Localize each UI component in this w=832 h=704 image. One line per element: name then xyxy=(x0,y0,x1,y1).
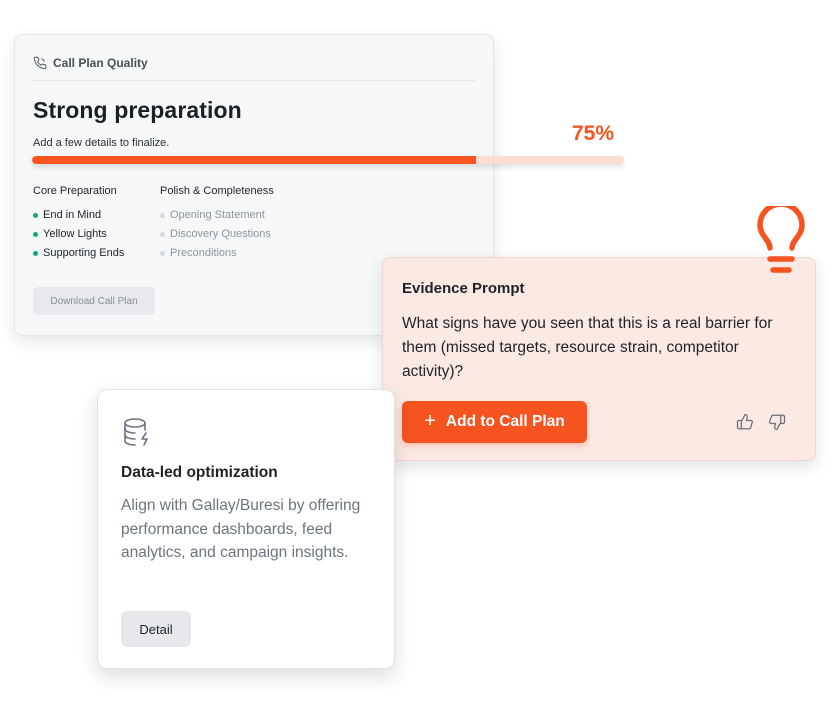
progress-percent: 75% xyxy=(572,122,615,145)
list-item-label: End in Mind xyxy=(43,209,102,221)
polish-completeness-title: Polish & Completeness xyxy=(160,185,274,197)
core-preparation-list: Core Preparation End in Mind Yellow Ligh… xyxy=(33,185,124,263)
call-plan-quality-label: Call Plan Quality xyxy=(53,56,148,70)
phone-icon xyxy=(33,56,47,70)
plus-icon: + xyxy=(424,410,436,432)
list-item: Supporting Ends xyxy=(33,244,124,263)
call-plan-quality-header: Call Plan Quality xyxy=(33,55,475,81)
download-call-plan-button[interactable]: Download Call Plan xyxy=(33,287,155,315)
thumbs-down-icon[interactable] xyxy=(768,413,786,431)
evidence-prompt-title: Evidence Prompt xyxy=(402,280,525,297)
list-item: Yellow Lights xyxy=(33,225,124,244)
core-preparation-title: Core Preparation xyxy=(33,185,117,197)
status-dot xyxy=(160,213,165,218)
list-item-label: Opening Statement xyxy=(170,209,265,221)
lightbulb-icon xyxy=(757,206,805,273)
status-dot xyxy=(160,232,165,237)
detail-button[interactable]: Detail xyxy=(121,611,191,647)
data-led-title: Data-led optimization xyxy=(121,464,278,481)
progress-fill xyxy=(32,156,476,164)
status-dot xyxy=(160,251,165,256)
list-item: Preconditions xyxy=(160,244,274,263)
add-to-call-plan-button[interactable]: + Add to Call Plan xyxy=(402,401,587,443)
database-bolt-icon xyxy=(124,418,148,446)
evidence-prompt-body: What signs have you seen that this is a … xyxy=(402,315,773,380)
status-dot xyxy=(33,213,38,218)
data-led-optimization-card: Data-led optimization Align with Gallay/… xyxy=(97,389,395,669)
thumbs-up-icon[interactable] xyxy=(736,413,754,431)
status-dot xyxy=(33,251,38,256)
list-item: End in Mind xyxy=(33,206,124,225)
page-title: Strong preparation xyxy=(33,97,242,123)
list-item: Discovery Questions xyxy=(160,225,274,244)
subtitle: Add a few details to finalize. xyxy=(33,137,170,149)
add-to-call-plan-label: Add to Call Plan xyxy=(445,413,565,430)
list-item: Opening Statement xyxy=(160,206,274,225)
progress-bar xyxy=(32,156,624,164)
status-dot xyxy=(33,232,38,237)
list-item-label: Discovery Questions xyxy=(170,228,271,240)
list-item-label: Supporting Ends xyxy=(43,247,125,259)
polish-completeness-list: Polish & Completeness Opening Statement … xyxy=(160,185,274,263)
list-item-label: Preconditions xyxy=(170,247,237,259)
data-led-description: Align with Gallay/Buresi by offering per… xyxy=(121,497,361,561)
evidence-prompt-card: Evidence Prompt What signs have you seen… xyxy=(382,257,816,461)
list-item-label: Yellow Lights xyxy=(43,228,107,240)
